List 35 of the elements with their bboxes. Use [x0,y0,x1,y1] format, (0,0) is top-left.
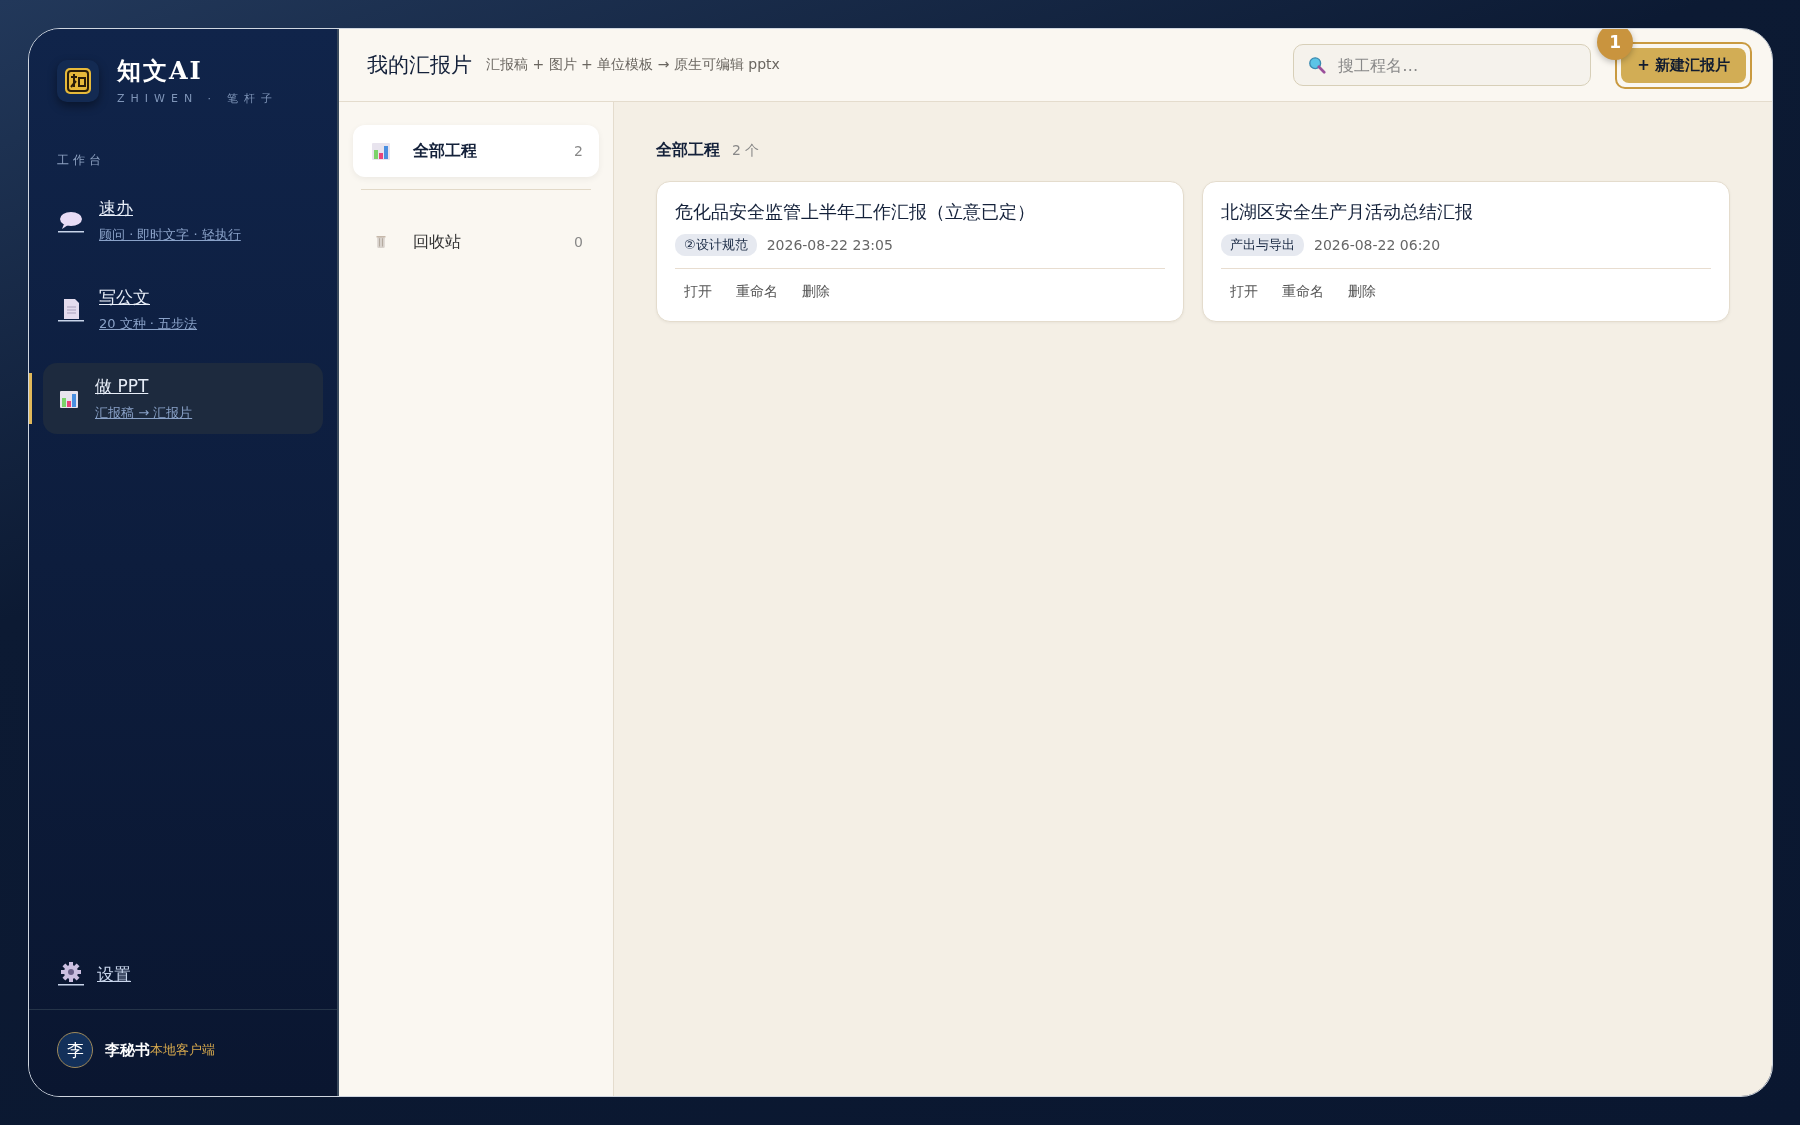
card-action[interactable]: 打开 [675,279,721,305]
gear-icon [57,961,85,987]
stage-tag: ②设计规范 [675,234,757,256]
new-deck-button[interactable]: + 新建汇报片 [1621,47,1746,83]
timestamp: 2026-08-22 06:20 [1314,237,1441,253]
folder-item[interactable]: 全部工程 2 [353,125,599,177]
card-action[interactable]: 删除 [1339,279,1385,305]
search-field[interactable]: 搜工程名… [1293,44,1592,86]
timestamp: 2026-08-22 23:05 [766,237,893,253]
nav-item[interactable]: 速办 顾问 · 即时文字 · 轻执行 [43,185,323,256]
logo-icon [57,59,99,102]
active-indicator [29,373,32,424]
section-label: 工作台 [57,152,106,169]
user-name: 李秘书 [105,1040,150,1060]
brand-name: 知文AI [117,55,204,87]
page-title: 我的汇报片 [367,52,472,79]
card-action[interactable]: 重命名 [1273,279,1333,305]
page-subtitle: 汇报稿 + 图片 + 单位模板 → 原生可编辑 pptx [486,56,780,74]
nav-item[interactable]: 写公文 20 文种 · 五步法 [43,274,323,345]
project-title: 北湖区安全生产月活动总结汇报 [1221,200,1474,224]
client-label: 本地客户端 [150,1041,215,1059]
section-title: 全部工程 [656,140,720,161]
card-action[interactable]: 删除 [793,279,839,305]
card-action[interactable]: 打开 [1221,279,1267,305]
settings-link[interactable]: 设置 [97,962,131,986]
user-avatar: 李 [57,1032,93,1068]
step-badge: 1 [1597,29,1634,60]
card-action[interactable]: 重命名 [727,279,787,305]
document-icon [57,296,85,323]
project-title: 危化品安全监管上半年工作汇报（立意已定） [675,200,1036,224]
brand-tagline: ZHIWEN · 笔杆子 [117,91,278,106]
trash-icon [375,234,387,250]
project-count: 2 个 [732,142,760,160]
stage-tag: 产出与导出 [1221,234,1304,256]
folder-item[interactable]: 回收站 0 [353,216,599,268]
